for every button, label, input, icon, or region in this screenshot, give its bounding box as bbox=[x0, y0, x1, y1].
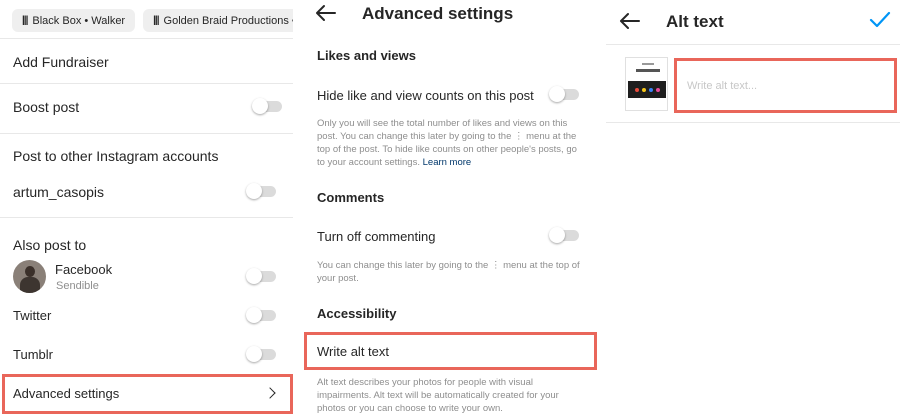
hide-counts-description: Only you will see the total number of li… bbox=[317, 117, 587, 169]
turn-off-commenting-toggle[interactable] bbox=[549, 227, 579, 243]
divider bbox=[0, 83, 293, 84]
learn-more-link[interactable]: Learn more bbox=[423, 157, 472, 168]
account-name-label: artum_casopis bbox=[13, 184, 105, 200]
likes-section-heading: Likes and views bbox=[317, 48, 416, 63]
alt-text-input[interactable] bbox=[674, 58, 897, 113]
advanced-settings-label: Advanced settings bbox=[13, 386, 120, 401]
post-thumbnail bbox=[625, 57, 668, 111]
page-title: Alt text bbox=[666, 12, 724, 31]
bars-icon: ||| bbox=[22, 15, 28, 26]
share-options-panel: ||| Black Box • Walker ||| Golden Braid … bbox=[0, 0, 293, 417]
tumblr-toggle[interactable] bbox=[246, 346, 276, 362]
bars-icon: ||| bbox=[153, 15, 159, 26]
divider bbox=[606, 44, 900, 45]
twitter-label: Twitter bbox=[13, 308, 52, 323]
twitter-toggle[interactable] bbox=[246, 307, 276, 323]
page-title: Advanced settings bbox=[362, 4, 514, 23]
post-other-accounts-heading: Post to other Instagram accounts bbox=[13, 148, 219, 164]
advanced-settings-panel: Advanced settings Likes and views Hide l… bbox=[299, 0, 600, 417]
commenting-description: You can change this later by going to th… bbox=[317, 260, 580, 284]
divider bbox=[606, 122, 900, 123]
account-share-toggle[interactable] bbox=[246, 183, 276, 199]
music-chip[interactable]: ||| Golden Braid Productions • H bbox=[143, 9, 293, 32]
avatar bbox=[13, 260, 46, 293]
divider bbox=[0, 133, 293, 134]
music-chips: ||| Black Box • Walker ||| Golden Braid … bbox=[12, 9, 293, 32]
music-chip-label: Black Box • Walker bbox=[32, 14, 126, 27]
divider bbox=[0, 217, 293, 218]
back-arrow-icon[interactable] bbox=[315, 4, 337, 22]
accessibility-section-heading: Accessibility bbox=[317, 306, 397, 321]
boost-post-toggle[interactable] bbox=[252, 98, 282, 114]
back-arrow-icon[interactable] bbox=[619, 12, 641, 30]
boost-post-label: Boost post bbox=[13, 99, 80, 115]
write-alt-text-label: Write alt text bbox=[317, 344, 390, 359]
hide-counts-toggle[interactable] bbox=[549, 86, 579, 102]
also-post-to-heading: Also post to bbox=[13, 237, 87, 253]
divider bbox=[0, 38, 293, 39]
alt-text-description: Alt text describes your photos for peopl… bbox=[317, 377, 559, 414]
turn-off-commenting-label: Turn off commenting bbox=[317, 229, 436, 244]
tumblr-label: Tumblr bbox=[13, 347, 53, 362]
facebook-label: Facebook bbox=[55, 262, 113, 277]
music-chip[interactable]: ||| Black Box • Walker bbox=[12, 9, 136, 32]
checkmark-icon[interactable] bbox=[869, 11, 891, 29]
facebook-toggle[interactable] bbox=[246, 268, 276, 284]
add-fundraiser-button[interactable]: Add Fundraiser bbox=[13, 54, 109, 70]
hide-counts-label: Hide like and view counts on this post bbox=[317, 88, 534, 103]
music-chip-label: Golden Braid Productions • H bbox=[163, 14, 293, 27]
comments-section-heading: Comments bbox=[317, 190, 385, 205]
facebook-subtitle: Sendible bbox=[56, 280, 99, 292]
